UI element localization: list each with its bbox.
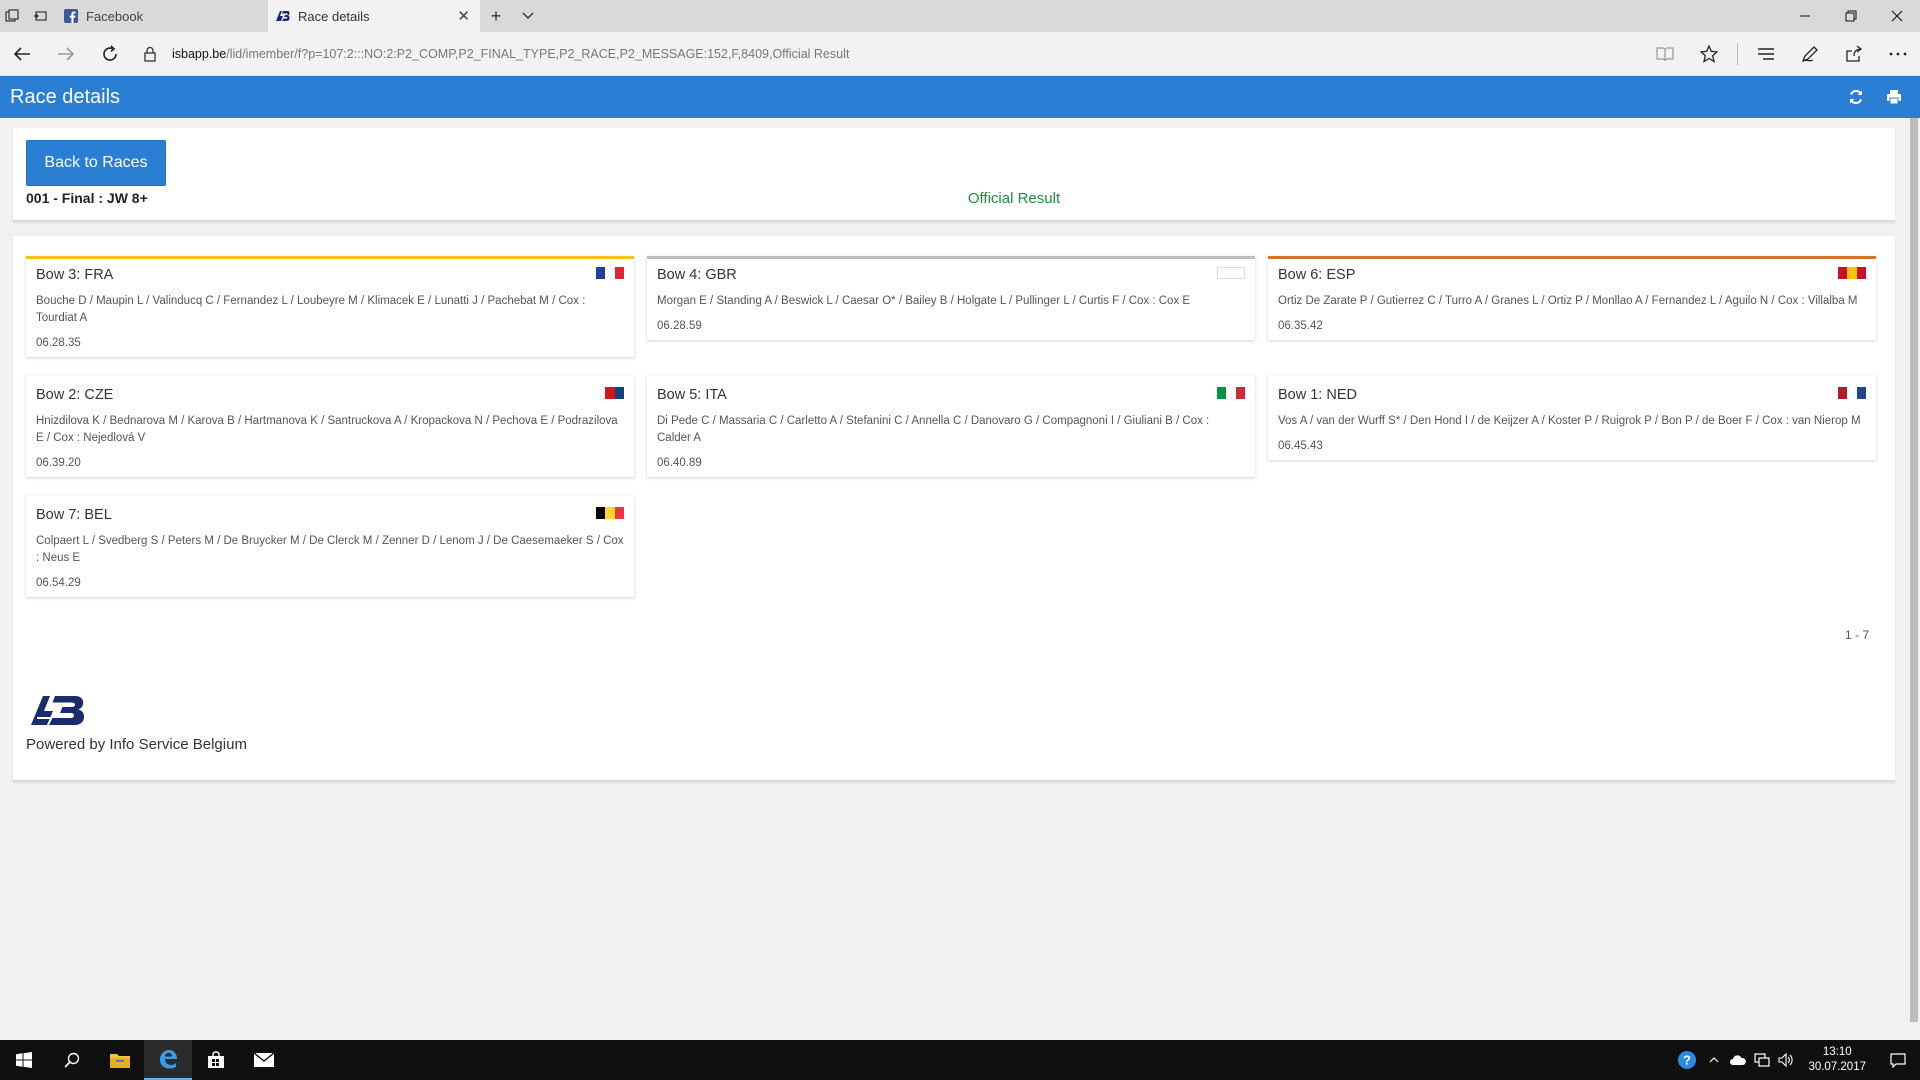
web-note-pen-icon[interactable] bbox=[1788, 32, 1832, 76]
search-icon[interactable] bbox=[48, 1040, 96, 1080]
result-time: 06.45.43 bbox=[1278, 440, 1323, 452]
result-card: Bow 7: BEL Colpaert L / Svedberg S / Pet… bbox=[26, 496, 634, 597]
crew-title: Bow 5: ITA bbox=[657, 387, 727, 403]
edge-browser-icon[interactable] bbox=[144, 1040, 192, 1080]
forward-arrow-icon[interactable] bbox=[44, 32, 88, 76]
restore-icon[interactable] bbox=[1828, 0, 1874, 32]
share-icon[interactable] bbox=[1832, 32, 1876, 76]
refresh-icon[interactable] bbox=[88, 32, 132, 76]
tab-race-details[interactable]: Race details ✕ bbox=[268, 0, 480, 32]
back-to-races-button[interactable]: Back to Races bbox=[26, 140, 166, 186]
crew-members: Hnizdilova K / Bednarova M / Karova B / … bbox=[36, 415, 618, 444]
hub-icon[interactable] bbox=[1744, 32, 1788, 76]
back-arrow-icon[interactable] bbox=[0, 32, 44, 76]
clock-date: 30.07.2017 bbox=[1808, 1061, 1866, 1073]
flag-esp-icon bbox=[1838, 267, 1866, 279]
crew-members: Colpaert L / Svedberg S / Peters M / De … bbox=[36, 535, 624, 564]
page-scrollbar[interactable] bbox=[1908, 118, 1920, 1040]
result-time: 06.28.35 bbox=[36, 337, 81, 349]
page-title: Race details bbox=[10, 85, 121, 108]
system-tray: ? 13:10 30.07.2017 bbox=[1672, 1040, 1920, 1080]
isb-logo bbox=[31, 694, 89, 731]
results-panel: Bow 3: FRA Bouche D / Maupin L / Valindu… bbox=[13, 236, 1895, 782]
flag-ned-icon bbox=[1838, 387, 1866, 399]
file-explorer-icon[interactable] bbox=[96, 1040, 144, 1080]
crew-members: Vos A / van der Wurff S* / Den Hond I / … bbox=[1278, 415, 1861, 427]
result-time: 06.35.42 bbox=[1278, 320, 1323, 332]
powered-by-text: Powered by Info Service Belgium bbox=[26, 736, 247, 753]
crew-members: Morgan E / Standing A / Beswick L / Caes… bbox=[657, 295, 1191, 307]
flag-bel-icon bbox=[596, 507, 624, 519]
toolbar-divider bbox=[1737, 42, 1738, 65]
set-aside-tabs-icon[interactable] bbox=[24, 0, 56, 32]
flag-cze-icon bbox=[596, 387, 624, 399]
taskbar-clock[interactable]: 13:10 30.07.2017 bbox=[1798, 1045, 1876, 1075]
tab-facebook[interactable]: Facebook bbox=[56, 0, 268, 32]
crew-members: Bouche D / Maupin L / Valinducq C / Fern… bbox=[36, 295, 586, 324]
crew-title: Bow 6: ESP bbox=[1278, 267, 1356, 283]
refresh-icon[interactable] bbox=[1840, 81, 1872, 113]
tab-preview-icon[interactable] bbox=[0, 0, 24, 32]
url-path: /lid/imember/f?p=107:2:::NO:2:P2_COMP,P2… bbox=[226, 46, 850, 61]
crew-title: Bow 4: GBR bbox=[657, 267, 737, 283]
flag-fra-icon bbox=[596, 267, 624, 279]
flag-gbr-icon bbox=[1217, 267, 1245, 279]
result-card: Bow 3: FRA Bouche D / Maupin L / Valindu… bbox=[26, 256, 634, 357]
isb-favicon-icon bbox=[276, 9, 290, 23]
new-tab-icon[interactable]: + bbox=[480, 0, 512, 32]
url-host: isbapp.be bbox=[172, 46, 227, 61]
result-card: Bow 1: NED Vos A / van der Wurff S* / De… bbox=[1268, 376, 1876, 460]
result-card: Bow 4: GBR Morgan E / Standing A / Beswi… bbox=[647, 256, 1255, 340]
address-bar: isbapp.be/lid/imember/f?p=107:2:::NO:2:P… bbox=[0, 32, 1920, 76]
print-icon[interactable] bbox=[1878, 81, 1910, 113]
url-field[interactable]: isbapp.be/lid/imember/f?p=107:2:::NO:2:P… bbox=[172, 47, 849, 61]
windows-taskbar: ? 13:10 30.07.2017 bbox=[0, 1040, 1920, 1080]
tab-label: Race details bbox=[298, 8, 370, 24]
result-time: 06.28.59 bbox=[657, 320, 702, 332]
scrollbar-thumb[interactable] bbox=[1910, 118, 1918, 1022]
race-status: Official Result bbox=[967, 190, 1061, 207]
lock-icon[interactable] bbox=[132, 46, 168, 62]
result-time: 06.40.89 bbox=[657, 457, 702, 469]
close-window-icon[interactable] bbox=[1874, 0, 1920, 32]
result-card: Bow 5: ITA Di Pede C / Massaria C / Carl… bbox=[647, 376, 1255, 477]
window-controls bbox=[1782, 0, 1920, 32]
flag-ita-icon bbox=[1217, 387, 1245, 399]
svg-text:?: ? bbox=[1683, 1053, 1691, 1068]
tab-label: Facebook bbox=[86, 8, 144, 24]
race-info-panel: Back to Races 001 - Final : JW 8+ Offici… bbox=[13, 128, 1895, 222]
pagination-info: 1 - 7 bbox=[1844, 628, 1869, 642]
help-icon[interactable]: ? bbox=[1672, 1040, 1702, 1080]
crew-title: Bow 3: FRA bbox=[36, 267, 114, 283]
favorite-star-icon[interactable] bbox=[1687, 32, 1731, 76]
reading-view-icon[interactable] bbox=[1643, 32, 1687, 76]
crew-title: Bow 7: BEL bbox=[36, 507, 112, 523]
crew-title: Bow 1: NED bbox=[1278, 387, 1357, 403]
result-card: Bow 6: ESP Ortiz De Zarate P / Gutierrez… bbox=[1268, 256, 1876, 340]
onedrive-cloud-icon[interactable] bbox=[1726, 1040, 1750, 1080]
crew-members: Ortiz De Zarate P / Gutierrez C / Turro … bbox=[1278, 295, 1858, 307]
more-options-icon[interactable] bbox=[1876, 32, 1920, 76]
crew-members: Di Pede C / Massaria C / Carletto A / St… bbox=[657, 415, 1210, 444]
app-header: Race details bbox=[0, 76, 1920, 118]
browser-tab-bar: Facebook Race details ✕ + bbox=[0, 0, 1920, 32]
chevron-up-icon[interactable] bbox=[1702, 1040, 1726, 1080]
clock-time: 13:10 bbox=[1822, 1046, 1852, 1058]
network-icon[interactable] bbox=[1750, 1040, 1774, 1080]
minimize-icon[interactable] bbox=[1782, 0, 1828, 32]
result-time: 06.54.29 bbox=[36, 577, 81, 589]
store-icon[interactable] bbox=[192, 1040, 240, 1080]
volume-icon[interactable] bbox=[1774, 1040, 1798, 1080]
result-time: 06.39.20 bbox=[36, 457, 81, 469]
result-card: Bow 2: CZE Hnizdilova K / Bednarova M / … bbox=[26, 376, 634, 477]
windows-start-icon[interactable] bbox=[0, 1040, 48, 1080]
crew-title: Bow 2: CZE bbox=[36, 387, 114, 403]
action-center-icon[interactable] bbox=[1876, 1052, 1920, 1068]
chevron-down-icon[interactable] bbox=[512, 0, 544, 32]
close-tab-icon[interactable]: ✕ bbox=[457, 7, 470, 25]
mail-icon[interactable] bbox=[240, 1040, 288, 1080]
facebook-icon bbox=[64, 9, 78, 23]
